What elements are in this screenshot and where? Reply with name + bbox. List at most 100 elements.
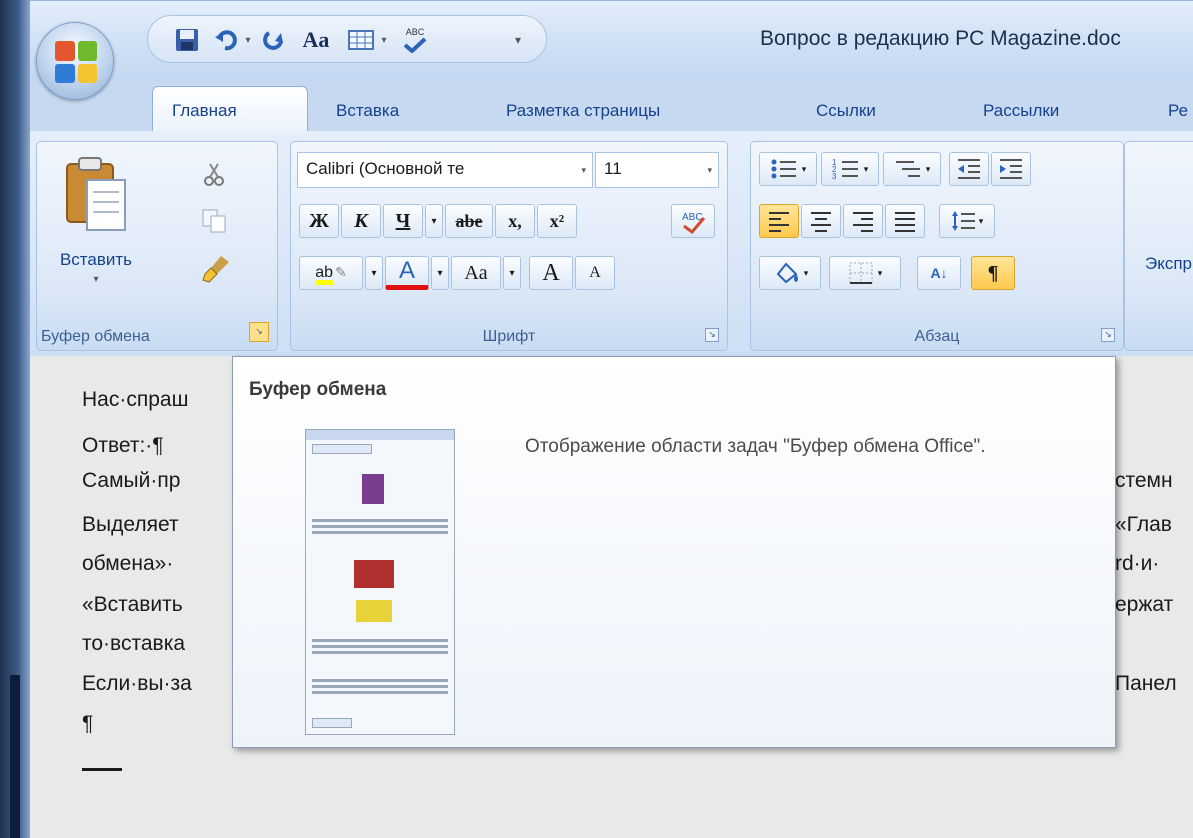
styles-group-partial: Экспр xyxy=(1124,141,1193,351)
underline-button[interactable]: Ч xyxy=(383,204,423,238)
paste-dropdown-icon: ▾ xyxy=(93,274,99,285)
tab-page-layout[interactable]: Разметка страницы xyxy=(506,101,660,121)
bullets-icon xyxy=(771,159,796,179)
tab-insert[interactable]: Вставка xyxy=(336,101,399,121)
shading-icon xyxy=(776,262,798,284)
spelling-icon[interactable]: ABC xyxy=(396,26,434,54)
change-case-button[interactable]: Aa xyxy=(451,256,501,290)
highlight-pen-icon: ✎ xyxy=(335,265,347,281)
font-group-label: Шрифт xyxy=(482,328,536,345)
paste-icon xyxy=(66,157,126,231)
tab-references[interactable]: Ссылки xyxy=(816,101,876,121)
highlight-label: ab xyxy=(315,264,334,281)
preview-item xyxy=(312,474,448,504)
spelling-label: ABC xyxy=(405,26,425,37)
shrink-font-button[interactable]: A xyxy=(575,256,615,290)
decrease-indent-button[interactable] xyxy=(949,152,989,186)
font-dialog-launcher[interactable]: ↘ xyxy=(705,328,719,342)
show-formatting-marks-button[interactable]: ¶ xyxy=(971,256,1015,290)
undo-dropdown-icon[interactable]: ▾ xyxy=(242,26,254,54)
font-color-dropdown-icon[interactable]: ▾ xyxy=(431,256,449,290)
format-painter-icon[interactable] xyxy=(199,252,233,290)
clipboard-group-label: Буфер обмена xyxy=(41,328,150,345)
text-cursor-underline xyxy=(82,768,122,771)
grow-font-button[interactable]: A xyxy=(529,256,573,290)
line-spacing-button[interactable]: ▾ xyxy=(939,204,995,238)
paste-label: Вставить xyxy=(59,250,133,269)
express-styles-label[interactable]: Экспр xyxy=(1145,254,1192,274)
numbering-dropdown-icon: ▾ xyxy=(863,163,869,174)
paragraph-dialog-launcher[interactable]: ↘ xyxy=(1101,328,1115,342)
doc-line-paragraph-mark: ¶ xyxy=(82,712,94,735)
strikethrough-button[interactable]: abe xyxy=(445,204,493,238)
doc-line: Нас·спраш xyxy=(82,388,189,411)
preview-red-image xyxy=(354,560,394,588)
doc-line-right: Панел xyxy=(1115,672,1177,695)
preview-footer-button xyxy=(312,718,352,728)
sort-button[interactable]: A↓ xyxy=(917,256,961,290)
quick-access-toolbar: ▾ Aa ▾ ABC ▾ xyxy=(147,15,547,63)
clipboard-dialog-launcher[interactable]: ↘ xyxy=(249,322,269,342)
borders-button[interactable]: ▾ xyxy=(829,256,901,290)
bullets-button[interactable]: ▾ xyxy=(759,152,817,186)
tab-mailings[interactable]: Рассылки xyxy=(983,101,1059,121)
paragraph-group-label: Абзац xyxy=(914,328,960,345)
table-dropdown-icon[interactable]: ▾ xyxy=(378,26,390,54)
save-icon[interactable] xyxy=(172,26,202,54)
table-icon[interactable] xyxy=(346,26,376,54)
subscript-button[interactable]: x, xyxy=(495,204,535,238)
redo-icon[interactable] xyxy=(260,26,288,54)
office-button[interactable] xyxy=(36,22,114,100)
italic-button[interactable]: К xyxy=(341,204,381,238)
undo-icon[interactable] xyxy=(212,26,240,54)
justify-button[interactable] xyxy=(885,204,925,238)
superscript-button[interactable]: x² xyxy=(537,204,577,238)
numbering-button[interactable]: 123 ▾ xyxy=(821,152,879,186)
doc-line-right: стемн xyxy=(1115,469,1173,492)
ribbon-tab-bar: Главная Вставка Разметка страницы Ссылки… xyxy=(30,82,1193,133)
borders-dropdown-icon: ▾ xyxy=(877,267,883,278)
shading-button[interactable]: ▾ xyxy=(759,256,821,290)
doc-line: Самый·пр xyxy=(82,469,181,492)
preview-item xyxy=(312,600,448,622)
copy-icon[interactable] xyxy=(201,208,229,238)
highlight-button[interactable]: ab ✎ xyxy=(299,256,363,290)
clipboard-pane-preview-image xyxy=(305,429,455,735)
tab-review-partial[interactable]: Ре xyxy=(1168,101,1188,121)
font-name-value: Calibri (Основной те xyxy=(306,159,465,178)
underline-dropdown-icon[interactable]: ▾ xyxy=(425,204,443,238)
multilevel-list-button[interactable]: ▾ xyxy=(883,152,941,186)
clipboard-tooltip: Буфер обмена Отображение области задач "… xyxy=(232,356,1116,748)
font-name-dropdown-icon: ▾ xyxy=(581,165,586,175)
window-left-edge xyxy=(0,0,30,838)
doc-line: «Вставить xyxy=(82,593,183,616)
cut-icon[interactable] xyxy=(201,162,227,192)
align-center-button[interactable] xyxy=(801,204,841,238)
increase-indent-button[interactable] xyxy=(991,152,1031,186)
increase-indent-icon xyxy=(1000,159,1022,179)
font-size-combo[interactable]: 11 ▾ xyxy=(595,152,719,188)
font-color-button[interactable]: A xyxy=(385,256,429,290)
preview-item xyxy=(312,560,448,588)
change-case-icon[interactable]: Aa xyxy=(296,26,336,54)
ribbon: Вставить ▾ Буфер обмена ↘ Calibri (Основ… xyxy=(30,131,1193,356)
paste-button[interactable]: Вставить ▾ xyxy=(51,150,141,300)
change-case-dropdown-icon[interactable]: ▾ xyxy=(503,256,521,290)
bold-button[interactable]: Ж xyxy=(299,204,339,238)
customize-qat-icon[interactable]: ▾ xyxy=(508,26,528,54)
highlight-dropdown-icon[interactable]: ▾ xyxy=(365,256,383,290)
font-group: Calibri (Основной те ▾ 11 ▾ Ж К Ч ▾ abe … xyxy=(290,141,728,351)
document-title: Вопрос в редакцию PC Magazine.doc xyxy=(760,27,1121,50)
tab-home[interactable]: Главная xyxy=(172,101,237,121)
clear-formatting-button[interactable]: ABC xyxy=(671,204,715,238)
font-name-combo[interactable]: Calibri (Основной те ▾ xyxy=(297,152,593,188)
multilevel-list-icon xyxy=(895,161,920,177)
tooltip-title: Буфер обмена xyxy=(249,379,387,400)
align-left-icon xyxy=(769,212,789,232)
doc-line-right: rd·и· xyxy=(1115,552,1160,575)
shading-dropdown-icon: ▾ xyxy=(803,267,809,278)
align-left-button[interactable] xyxy=(759,204,799,238)
numbering-icon: 123 xyxy=(832,158,858,181)
align-right-button[interactable] xyxy=(843,204,883,238)
paragraph-group: ▾ 123 ▾ ▾ ▾ ▾ ▾ A↓ ¶ Абзац ↘ xyxy=(750,141,1124,351)
